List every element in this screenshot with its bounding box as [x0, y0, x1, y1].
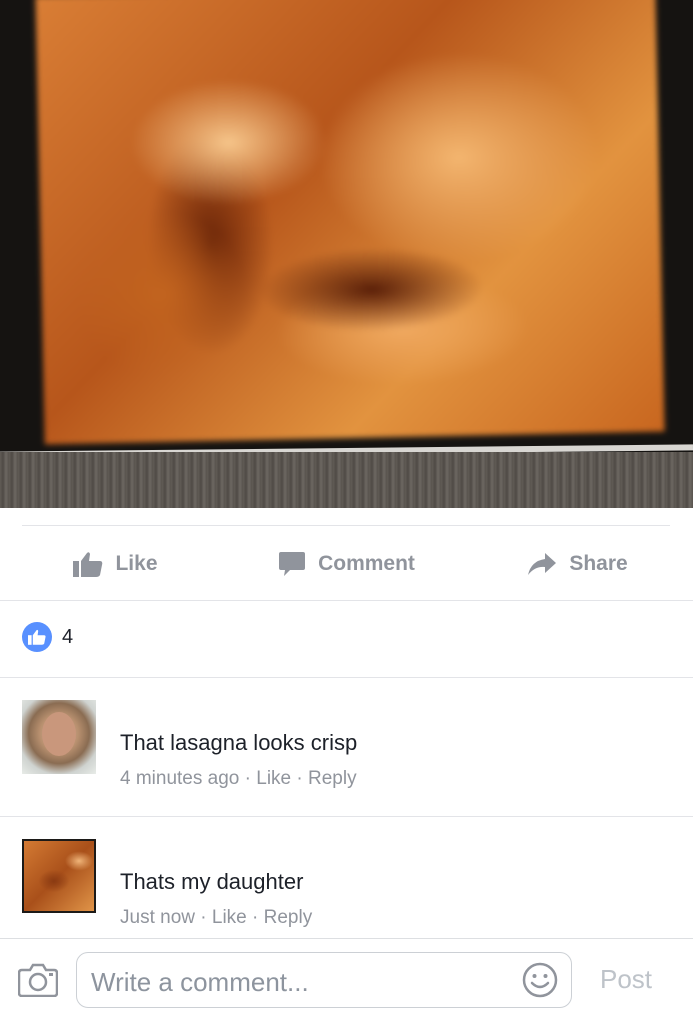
- meta-separator: ·: [244, 768, 251, 789]
- comment-reply-link[interactable]: Reply: [308, 768, 357, 790]
- comment-time[interactable]: Just now: [120, 907, 195, 929]
- comment-reply-link[interactable]: Reply: [264, 907, 313, 929]
- comment-input[interactable]: Write a comment...: [76, 952, 572, 1008]
- camera-icon[interactable]: [18, 963, 58, 997]
- comment-label: Comment: [318, 552, 415, 575]
- avatar[interactable]: [22, 700, 96, 774]
- like-reaction-badge: [22, 622, 52, 652]
- reaction-count: 4: [62, 625, 74, 648]
- comment-text: That lasagna looks crisp: [120, 730, 358, 755]
- speech-bubble-icon: [279, 552, 306, 576]
- meta-separator: ·: [296, 768, 303, 789]
- comment-input-placeholder: Write a comment...: [91, 967, 309, 997]
- comment-like-link[interactable]: Like: [256, 768, 291, 790]
- post-button[interactable]: Post: [600, 964, 652, 995]
- share-label: Share: [569, 552, 628, 575]
- action-bar: Like Comment Share: [0, 536, 693, 592]
- share-arrow-icon: [528, 553, 557, 575]
- like-label: Like: [115, 552, 158, 575]
- post-photo[interactable]: [0, 0, 693, 508]
- divider: [0, 938, 693, 939]
- meta-separator: ·: [200, 907, 207, 928]
- avatar-face: [42, 712, 76, 756]
- thumbs-up-icon: [73, 552, 103, 577]
- divider: [22, 525, 670, 526]
- carpet-surface: [0, 452, 693, 508]
- divider: [0, 600, 693, 601]
- thumbs-up-icon: [28, 629, 46, 645]
- ultrasound-image: [35, 0, 665, 445]
- meta-separator: ·: [252, 907, 259, 928]
- avatar[interactable]: [22, 839, 96, 913]
- smiley-icon[interactable]: [521, 961, 559, 999]
- reaction-summary[interactable]: 4: [22, 622, 73, 652]
- comment-button[interactable]: Comment: [231, 536, 462, 592]
- comment-item: Thats my daughter Just now · Like · Repl…: [0, 817, 693, 938]
- comment-text: Thats my daughter: [120, 869, 304, 894]
- share-button[interactable]: Share: [462, 536, 693, 592]
- comment-meta: Just now · Like · Reply: [120, 907, 312, 929]
- comment-like-link[interactable]: Like: [212, 907, 247, 929]
- like-button[interactable]: Like: [0, 536, 231, 592]
- comment-item: That lasagna looks crisp 4 minutes ago ·…: [0, 678, 693, 816]
- comment-meta: 4 minutes ago · Like · Reply: [120, 768, 357, 790]
- comment-time[interactable]: 4 minutes ago: [120, 768, 239, 790]
